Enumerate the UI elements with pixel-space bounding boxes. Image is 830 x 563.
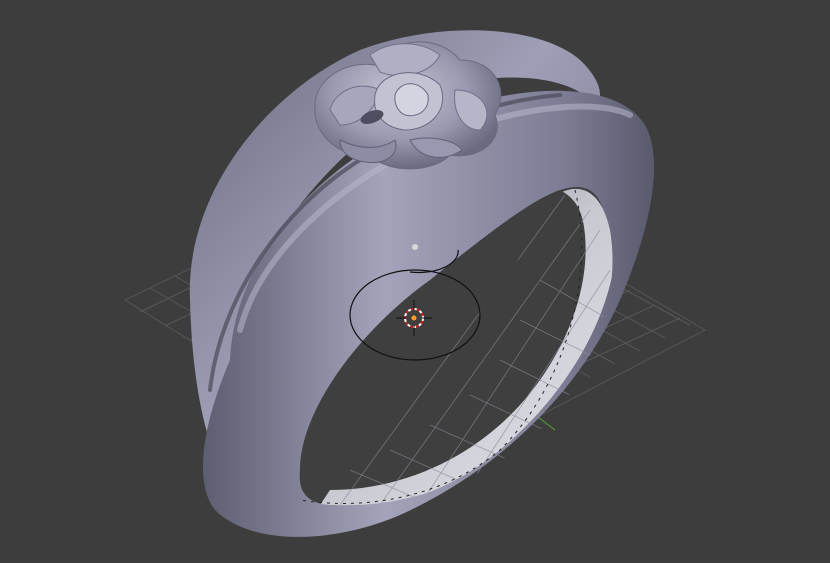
3d-viewport[interactable] bbox=[0, 0, 830, 563]
empty-object-icon[interactable] bbox=[412, 244, 418, 250]
light-origin-icon[interactable] bbox=[411, 315, 417, 321]
